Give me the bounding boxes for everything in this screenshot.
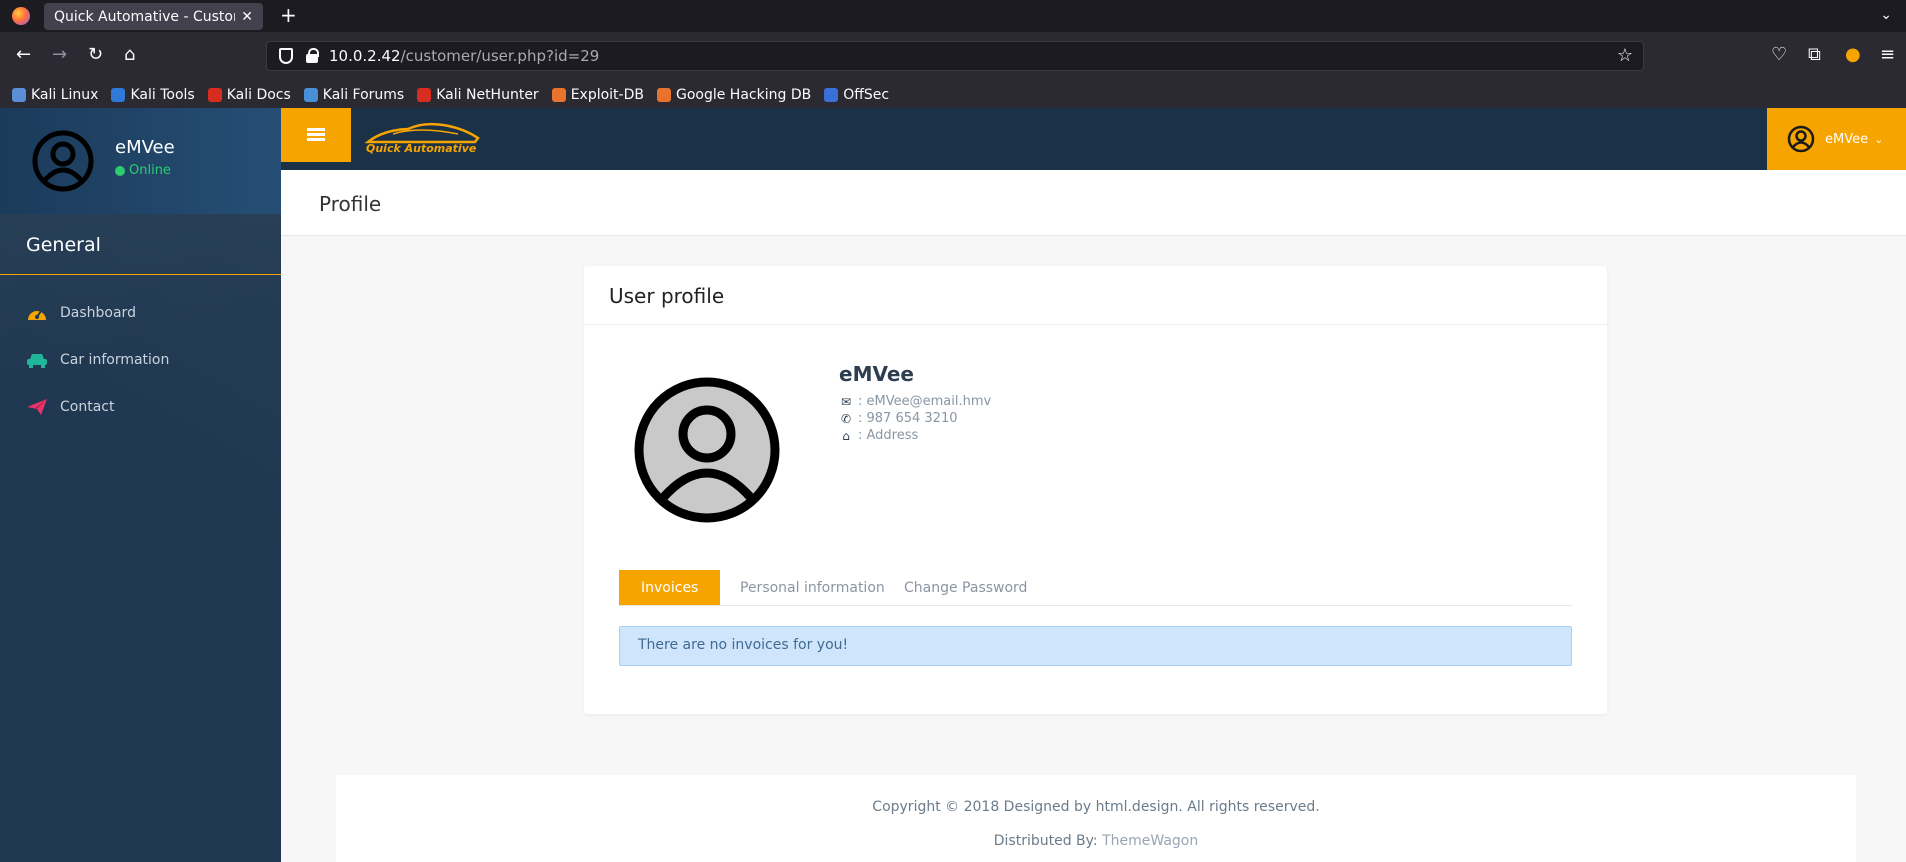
sidebar-user-panel: eMVee Online	[0, 108, 281, 214]
tracking-shield-icon[interactable]	[279, 48, 293, 64]
kali-docs-icon	[207, 87, 222, 102]
card-title: User profile	[609, 284, 725, 308]
online-status: Online	[115, 163, 171, 178]
sidebar-item-label: Dashboard	[60, 305, 136, 321]
user-dropdown[interactable]: eMVee ⌄	[1767, 108, 1906, 170]
sidebar-item-label: Contact	[60, 399, 115, 415]
reload-icon[interactable]: ↻	[88, 45, 103, 65]
page-title: Profile	[319, 192, 382, 216]
footer: Copyright © 2018 Designed by html.design…	[336, 775, 1856, 862]
kali-tools-icon	[111, 87, 126, 102]
online-status-label: Online	[129, 163, 171, 178]
kali-linux-icon	[12, 87, 26, 102]
bookmark-kali-forums[interactable]: Kali Forums	[303, 87, 404, 103]
sidebar-divider	[0, 274, 281, 275]
dashboard-icon	[28, 310, 46, 320]
google-hacking-db-icon	[656, 87, 671, 102]
bookmark-kali-tools[interactable]: Kali Tools	[111, 87, 195, 103]
bookmark-kali-docs[interactable]: Kali Docs	[207, 87, 291, 103]
tab-invoices[interactable]: Invoices	[619, 570, 721, 605]
sidebar-item-dashboard[interactable]: Dashboard	[0, 298, 281, 328]
url-path: /customer/user.php?id=29	[400, 47, 600, 65]
profile-name: eMVee	[839, 362, 914, 386]
car-icon	[27, 354, 47, 368]
back-icon[interactable]: ←	[16, 45, 31, 65]
url-host: 10.0.2.42	[329, 47, 401, 65]
new-tab-icon[interactable]: +	[280, 5, 297, 25]
kali-nethunter-icon	[417, 87, 432, 102]
url-text[interactable]: 10.0.2.42/customer/user.php?id=29	[329, 47, 599, 65]
pocket-icon[interactable]: ♡	[1771, 44, 1787, 65]
sidebar-item-contact[interactable]: Contact	[0, 392, 281, 422]
browser-nav-bar: ← → ↻ ⌂ 10.0.2.42/customer/user.php?id=2…	[0, 32, 1906, 81]
hamburger-icon	[307, 128, 325, 142]
browser-tab-bar: Quick Automative - Custome ✕ + ⌄	[0, 0, 1906, 32]
app-top-bar: Quick Automative eMVee ⌄	[281, 108, 1906, 170]
footer-distributed: Distributed By: ThemeWagon	[993, 833, 1199, 849]
brand-name: Quick Automative	[366, 142, 477, 155]
browser-tab[interactable]: Quick Automative - Custome ✕	[44, 3, 263, 30]
bookmark-kali-nethunter[interactable]: Kali NetHunter	[417, 87, 539, 103]
paper-plane-icon	[27, 399, 47, 415]
tab-personal-information[interactable]: Personal information	[718, 570, 907, 605]
card-header: User profile	[584, 266, 1607, 325]
bookmark-google-hacking-db[interactable]: Google Hacking DB	[656, 87, 811, 103]
profile-icon[interactable]: ●	[1845, 44, 1861, 65]
bookmark-offsec[interactable]: OffSec	[824, 87, 889, 103]
bookmark-star-icon[interactable]: ☆	[1617, 45, 1633, 66]
sidebar: eMVee Online General Dashboard Car infor…	[0, 108, 281, 862]
menu-toggle-button[interactable]	[281, 108, 351, 162]
profile-tabs: Invoices Personal information Change Pas…	[619, 570, 1572, 606]
user-dropdown-avatar-icon	[1787, 125, 1815, 153]
bookmark-kali-linux[interactable]: Kali Linux	[12, 87, 98, 103]
footer-copyright: Copyright © 2018 Designed by html.design…	[872, 799, 1320, 815]
profile-email: ✉: eMVee@email.hmv	[840, 394, 992, 409]
kali-forums-icon	[303, 87, 318, 102]
sidebar-heading: General	[26, 234, 101, 256]
tab-change-password[interactable]: Change Password	[882, 570, 1049, 605]
envelope-icon: ✉	[840, 394, 852, 409]
no-invoices-alert: There are no invoices for you!	[619, 626, 1572, 666]
lock-icon[interactable]	[306, 48, 319, 63]
sidebar-item-label: Car information	[60, 352, 170, 368]
tab-list-chevron-icon[interactable]: ⌄	[1880, 7, 1892, 23]
profile-phone: ✆: 987 654 3210	[840, 411, 958, 426]
tab-close-icon[interactable]: ✕	[241, 9, 253, 25]
phone-icon: ✆	[840, 411, 852, 426]
online-dot-icon	[115, 165, 125, 176]
url-bar[interactable]: 10.0.2.42/customer/user.php?id=29 ☆	[266, 41, 1644, 71]
user-profile-card: User profile eMVee ✉: eMVee@email.hmv ✆:…	[584, 266, 1607, 714]
profile-avatar-icon	[634, 377, 780, 523]
firefox-icon	[12, 7, 30, 25]
bookmark-exploit-db[interactable]: Exploit-DB	[551, 87, 644, 103]
home-icon: ⌂	[842, 428, 850, 443]
user-avatar-icon	[32, 130, 94, 192]
sidebar-user-name: eMVee	[115, 137, 175, 158]
chevron-down-icon: ⌄	[1874, 132, 1884, 146]
bookmarks-toolbar: Kali Linux Kali Tools Kali Docs Kali For…	[0, 81, 1906, 108]
extensions-icon[interactable]: ⧉	[1808, 44, 1821, 65]
sidebar-item-car-information[interactable]: Car information	[0, 345, 281, 375]
exploit-db-icon	[551, 87, 566, 102]
offsec-icon	[824, 87, 839, 102]
tab-title: Quick Automative - Custome	[54, 8, 236, 25]
themewagon-link[interactable]: ThemeWagon	[1102, 833, 1198, 849]
page-header: Profile	[281, 170, 1906, 236]
profile-address: ⌂: Address	[839, 428, 918, 443]
app-menu-icon[interactable]: ≡	[1880, 44, 1895, 65]
home-icon[interactable]: ⌂	[124, 45, 135, 65]
user-dropdown-name: eMVee	[1825, 131, 1869, 147]
forward-icon[interactable]: →	[52, 45, 67, 65]
